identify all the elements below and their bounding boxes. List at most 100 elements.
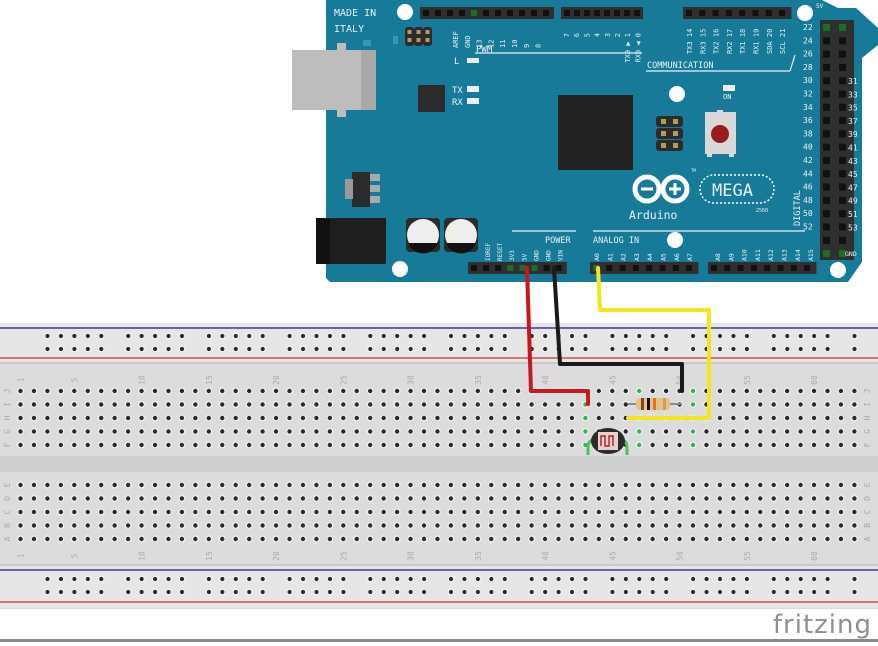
- rail-hole[interactable]: [825, 589, 830, 595]
- breadboard-hole[interactable]: [542, 482, 548, 488]
- breadboard-hole[interactable]: [125, 496, 131, 501]
- breadboard-hole[interactable]: [529, 402, 534, 407]
- breadboard-hole[interactable]: [233, 429, 238, 434]
- breadboard-hole[interactable]: [515, 509, 521, 515]
- breadboard-hole[interactable]: [462, 429, 467, 434]
- header-pin[interactable]: [614, 10, 620, 16]
- breadboard-hole[interactable]: [300, 509, 306, 515]
- breadboard-hole[interactable]: [273, 496, 279, 501]
- breadboard-hole[interactable]: [610, 523, 615, 528]
- breadboard-hole[interactable]: [596, 523, 602, 528]
- rail-hole[interactable]: [637, 576, 642, 582]
- breadboard-hole[interactable]: [246, 442, 252, 448]
- breadboard-hole[interactable]: [744, 442, 749, 448]
- rail-hole[interactable]: [260, 589, 265, 595]
- rail-hole[interactable]: [569, 346, 575, 352]
- breadboard-hole[interactable]: [152, 509, 158, 515]
- breadboard-hole[interactable]: [489, 388, 494, 394]
- header-pin[interactable]: [777, 265, 784, 271]
- breadboard-hole[interactable]: [260, 509, 265, 515]
- rail-hole[interactable]: [448, 589, 454, 595]
- breadboard-hole[interactable]: [394, 442, 400, 448]
- breadboard-hole[interactable]: [448, 415, 454, 421]
- breadboard-hole[interactable]: [717, 482, 723, 488]
- rail-hole[interactable]: [744, 346, 750, 352]
- rail-hole[interactable]: [852, 346, 857, 352]
- rail-hole[interactable]: [206, 589, 211, 595]
- rail-hole[interactable]: [637, 333, 642, 339]
- breadboard-hole[interactable]: [287, 415, 292, 421]
- header-pin[interactable]: [543, 265, 550, 271]
- breadboard-hole[interactable]: [354, 536, 359, 542]
- breadboard-hole[interactable]: [623, 388, 628, 394]
- header-pin[interactable]: [823, 183, 830, 191]
- breadboard[interactable]: 1155101015152020252530303535404045455050…: [0, 323, 878, 609]
- breadboard-hole[interactable]: [85, 482, 90, 488]
- breadboard-hole[interactable]: [650, 388, 655, 394]
- rail-hole[interactable]: [260, 333, 265, 339]
- breadboard-hole[interactable]: [489, 442, 494, 448]
- header-pin[interactable]: [823, 24, 830, 31]
- rail-hole[interactable]: [179, 346, 185, 352]
- rail-hole[interactable]: [556, 589, 561, 595]
- breadboard-hole[interactable]: [811, 482, 817, 488]
- rail-hole[interactable]: [327, 576, 333, 582]
- breadboard-hole[interactable]: [327, 388, 333, 394]
- breadboard-hole[interactable]: [85, 442, 90, 448]
- breadboard-hole[interactable]: [287, 496, 292, 501]
- header-pin[interactable]: [619, 265, 626, 271]
- breadboard-hole[interactable]: [690, 536, 696, 542]
- rail-hole[interactable]: [569, 576, 575, 582]
- breadboard-hole[interactable]: [72, 402, 77, 407]
- breadboard-hole[interactable]: [825, 509, 830, 515]
- breadboard-hole[interactable]: [152, 496, 158, 501]
- breadboard-hole[interactable]: [489, 402, 494, 407]
- breadboard-hole[interactable]: [394, 429, 400, 434]
- breadboard-hole[interactable]: [408, 482, 413, 488]
- rail-hole[interactable]: [381, 333, 386, 339]
- header-pin[interactable]: [564, 10, 570, 16]
- breadboard-hole[interactable]: [125, 482, 131, 488]
- breadboard-hole[interactable]: [99, 442, 104, 448]
- header-pin[interactable]: [459, 10, 465, 16]
- breadboard-hole[interactable]: [394, 388, 400, 394]
- breadboard-hole[interactable]: [287, 442, 292, 448]
- breadboard-hole[interactable]: [556, 442, 561, 448]
- breadboard-hole[interactable]: [637, 482, 642, 488]
- breadboard-hole[interactable]: [408, 509, 413, 515]
- breadboard-hole[interactable]: [489, 523, 494, 528]
- breadboard-hole[interactable]: [596, 402, 602, 407]
- breadboard-hole[interactable]: [112, 523, 117, 528]
- breadboard-hole[interactable]: [811, 496, 817, 501]
- breadboard-hole[interactable]: [811, 402, 817, 407]
- breadboard-hole[interactable]: [18, 536, 23, 542]
- breadboard-hole[interactable]: [260, 415, 265, 421]
- header-pin[interactable]: [531, 265, 538, 271]
- breadboard-hole[interactable]: [731, 536, 736, 542]
- breadboard-hole[interactable]: [744, 482, 749, 488]
- breadboard-hole[interactable]: [704, 509, 709, 515]
- breadboard-hole[interactable]: [542, 415, 548, 421]
- breadboard-hole[interactable]: [179, 402, 185, 407]
- breadboard-hole[interactable]: [690, 482, 696, 488]
- breadboard-hole[interactable]: [731, 482, 736, 488]
- breadboard-hole[interactable]: [623, 496, 628, 501]
- header-pin[interactable]: [672, 265, 679, 271]
- breadboard-hole[interactable]: [758, 429, 763, 434]
- breadboard-hole[interactable]: [394, 402, 400, 407]
- breadboard-hole[interactable]: [314, 415, 319, 421]
- rail-hole[interactable]: [502, 346, 507, 352]
- rail-hole[interactable]: [422, 576, 427, 582]
- rail-hole[interactable]: [247, 333, 252, 339]
- breadboard-hole[interactable]: [663, 482, 669, 488]
- rail-hole[interactable]: [502, 589, 507, 595]
- breadboard-hole[interactable]: [193, 415, 198, 421]
- breadboard-hole[interactable]: [152, 482, 158, 488]
- header-pin[interactable]: [839, 223, 846, 231]
- breadboard-hole[interactable]: [690, 429, 696, 434]
- rail-hole[interactable]: [179, 589, 185, 595]
- breadboard-hole[interactable]: [515, 402, 521, 407]
- breadboard-hole[interactable]: [166, 496, 171, 501]
- breadboard-hole[interactable]: [569, 402, 575, 407]
- breadboard-hole[interactable]: [287, 536, 292, 542]
